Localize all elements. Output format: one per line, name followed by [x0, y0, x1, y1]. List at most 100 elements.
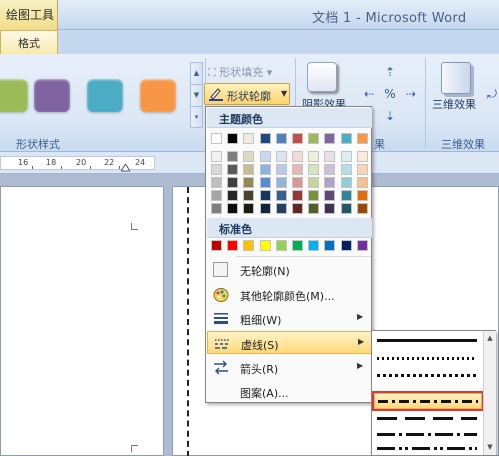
shape-style-green[interactable] [0, 79, 28, 112]
color-swatch[interactable] [275, 151, 287, 162]
menu-item-dashes[interactable]: 虚线(S) ▶ [207, 331, 372, 354]
dash-option-long-dash-dot-dot[interactable] [374, 441, 482, 456]
gallery-more-icon[interactable]: ▾ [191, 107, 202, 129]
color-swatch[interactable] [340, 151, 352, 162]
color-swatch[interactable] [211, 151, 222, 162]
shadow-toggle-icon[interactable]: % [383, 87, 397, 101]
color-swatch[interactable] [227, 203, 239, 214]
color-swatch[interactable] [324, 164, 336, 175]
color-swatch[interactable] [243, 133, 255, 144]
color-swatch[interactable] [308, 240, 320, 251]
color-swatch[interactable] [340, 203, 352, 214]
color-swatch[interactable] [227, 177, 239, 188]
3d-effects-label[interactable]: 三维效果 [432, 96, 476, 112]
scroll-down-icon[interactable]: ▼ [484, 441, 496, 453]
dashed-shape-border[interactable] [187, 187, 189, 456]
nudge-down-icon[interactable]: ⇣ [383, 109, 397, 123]
shape-fill-button[interactable]: ⛶ 形状填充 ▾ [208, 64, 272, 80]
color-swatch[interactable] [227, 151, 239, 162]
color-swatch[interactable] [275, 203, 287, 214]
color-swatch[interactable] [275, 133, 287, 144]
color-swatch[interactable] [308, 177, 320, 188]
color-swatch[interactable] [308, 203, 320, 214]
3d-effects-icon[interactable] [441, 62, 471, 94]
menu-item-no-outline[interactable]: 无轮廓(N) [207, 258, 372, 281]
color-swatch[interactable] [292, 190, 303, 201]
color-swatch[interactable] [275, 164, 287, 175]
style-gallery-scroll[interactable]: ▲ ▼ ▾ [190, 62, 203, 128]
color-swatch[interactable] [324, 240, 336, 251]
nudge-right-icon[interactable]: ⇢ [404, 87, 418, 101]
color-swatch[interactable] [356, 203, 368, 214]
color-swatch[interactable] [308, 151, 320, 162]
page-left[interactable] [0, 186, 164, 456]
color-swatch[interactable] [259, 177, 271, 188]
color-swatch[interactable] [211, 190, 222, 201]
color-swatch[interactable] [275, 190, 287, 201]
color-swatch[interactable] [259, 164, 271, 175]
color-swatch[interactable] [340, 133, 352, 144]
color-swatch[interactable] [340, 177, 352, 188]
gallery-down-icon[interactable]: ▼ [191, 85, 202, 107]
scroll-up-icon[interactable]: ▲ [484, 332, 496, 344]
nudge-left-icon[interactable]: ⇠ [362, 87, 376, 101]
color-swatch[interactable] [356, 190, 368, 201]
color-swatch[interactable] [243, 190, 255, 201]
tilt-icon[interactable]: ⤾ [485, 87, 499, 101]
color-swatch[interactable] [259, 133, 271, 144]
dash-option-square-dot[interactable] [374, 368, 482, 384]
color-swatch[interactable] [292, 151, 303, 162]
color-swatch[interactable] [227, 133, 239, 144]
color-swatch[interactable] [292, 203, 303, 214]
color-swatch[interactable] [243, 177, 255, 188]
shape-style-purple[interactable] [34, 79, 70, 112]
color-swatch[interactable] [259, 151, 271, 162]
color-swatch[interactable] [340, 164, 352, 175]
color-swatch[interactable] [324, 133, 336, 144]
color-swatch[interactable] [324, 190, 336, 201]
gallery-up-icon[interactable]: ▲ [191, 63, 202, 85]
color-swatch[interactable] [292, 133, 303, 144]
dash-option-long-dash[interactable] [374, 411, 482, 427]
color-swatch[interactable] [275, 177, 287, 188]
color-swatch[interactable] [243, 203, 255, 214]
color-swatch[interactable] [227, 164, 239, 175]
tab-format[interactable]: 格式 [0, 30, 58, 54]
dash-option-round-dot[interactable] [374, 351, 482, 367]
color-swatch[interactable] [275, 240, 287, 251]
color-swatch[interactable] [356, 133, 368, 144]
color-swatch[interactable] [324, 177, 336, 188]
color-swatch[interactable] [324, 203, 336, 214]
color-swatch[interactable] [211, 203, 222, 214]
color-swatch[interactable] [259, 240, 271, 251]
color-swatch[interactable] [356, 164, 368, 175]
color-swatch[interactable] [259, 203, 271, 214]
color-swatch[interactable] [340, 240, 352, 251]
color-swatch[interactable] [227, 190, 239, 201]
color-swatch[interactable] [356, 177, 368, 188]
color-swatch[interactable] [243, 240, 255, 251]
indent-marker-icon[interactable] [121, 164, 130, 172]
shape-outline-button[interactable]: 形状轮廓 ▼ [204, 83, 290, 105]
color-swatch[interactable] [340, 190, 352, 201]
shadow-effects-icon[interactable] [307, 62, 337, 92]
shape-style-aqua[interactable] [87, 79, 123, 112]
color-swatch[interactable] [292, 177, 303, 188]
color-swatch[interactable] [292, 240, 303, 251]
menu-item-more-colors[interactable]: 其他轮廓颜色(M)... [207, 283, 372, 306]
dash-option-solid[interactable] [374, 333, 482, 349]
color-swatch[interactable] [211, 240, 222, 251]
color-swatch[interactable] [259, 190, 271, 201]
color-swatch[interactable] [308, 164, 320, 175]
color-swatch[interactable] [308, 133, 320, 144]
color-swatch[interactable] [243, 164, 255, 175]
color-swatch[interactable] [211, 177, 222, 188]
color-swatch[interactable] [308, 190, 320, 201]
color-swatch[interactable] [211, 133, 222, 144]
nudge-up-icon[interactable]: ⇡ [383, 65, 397, 79]
color-swatch[interactable] [227, 240, 239, 251]
color-swatch[interactable] [211, 164, 222, 175]
submenu-scrollbar[interactable]: ▲ ▼ [483, 331, 496, 455]
menu-item-pattern[interactable]: 图案(A)... [207, 380, 372, 403]
menu-item-weight[interactable]: 粗细(W) ▶ [207, 307, 372, 330]
